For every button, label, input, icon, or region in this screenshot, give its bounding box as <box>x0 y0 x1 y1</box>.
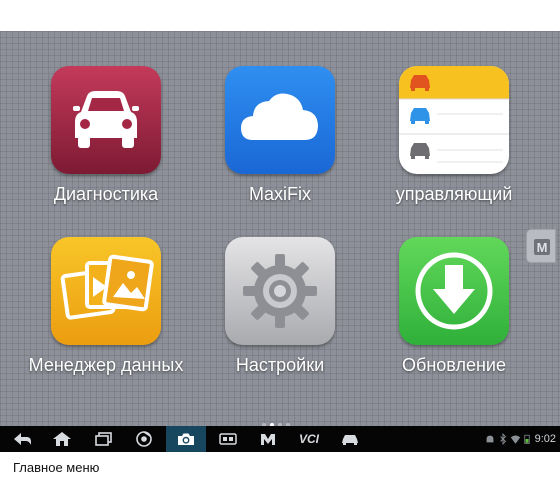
svg-text:M: M <box>537 240 548 255</box>
battery-icon <box>523 434 530 444</box>
camera-icon[interactable] <box>166 426 206 452</box>
vehicle-list-icon[interactable] <box>399 66 509 174</box>
page-indicator <box>262 414 294 427</box>
app-label: управляющий <box>395 184 513 204</box>
app-settings[interactable]: Настройки <box>195 237 365 376</box>
side-drawer-tab[interactable]: M <box>526 229 556 263</box>
status-area: 9:02 <box>484 431 556 447</box>
m-logo-icon: M <box>534 239 550 255</box>
app-label: Менеджер данных <box>28 355 184 375</box>
app-label: MaxiFix <box>249 184 311 204</box>
maxisys-icon[interactable] <box>252 426 284 452</box>
cloud-icon[interactable] <box>225 66 335 174</box>
system-navbar: VCI 9:02 <box>0 426 560 452</box>
recent-apps-icon[interactable] <box>88 426 120 452</box>
screenshot-caption: Главное меню <box>13 460 100 475</box>
chrome-icon[interactable] <box>128 426 160 452</box>
app-diagnostics[interactable]: Диагностика <box>21 66 191 205</box>
photo-folder-icon[interactable] <box>51 237 161 345</box>
download-arrow-icon[interactable] <box>399 237 509 345</box>
top-blank-strip <box>0 0 560 31</box>
home-icon[interactable] <box>46 426 78 452</box>
app-update[interactable]: Обновление <box>369 237 539 376</box>
vehicle-interface-icon[interactable] <box>212 426 244 452</box>
back-icon[interactable] <box>6 426 38 452</box>
app-data-manager[interactable]: Менеджер данных <box>21 237 191 376</box>
wifi-icon <box>510 435 520 444</box>
car-icon[interactable] <box>51 66 161 174</box>
app-label: Настройки <box>235 355 325 375</box>
gear-icon[interactable] <box>225 237 335 345</box>
android-icon <box>486 435 494 443</box>
vci-icon[interactable]: VCI <box>290 426 328 452</box>
app-label: Обновление <box>402 355 506 375</box>
app-management[interactable]: управляющий <box>369 66 539 205</box>
app-label: Диагностика <box>53 184 159 204</box>
home-screen: Диагностика MaxiFix управляющий Менеджер… <box>0 31 560 427</box>
app-maxifix[interactable]: MaxiFix <box>195 66 365 205</box>
vci-label: VCI <box>298 432 319 446</box>
car-quick-icon[interactable] <box>334 426 366 452</box>
bluetooth-icon <box>499 433 506 445</box>
clock: 9:02 <box>534 433 556 445</box>
